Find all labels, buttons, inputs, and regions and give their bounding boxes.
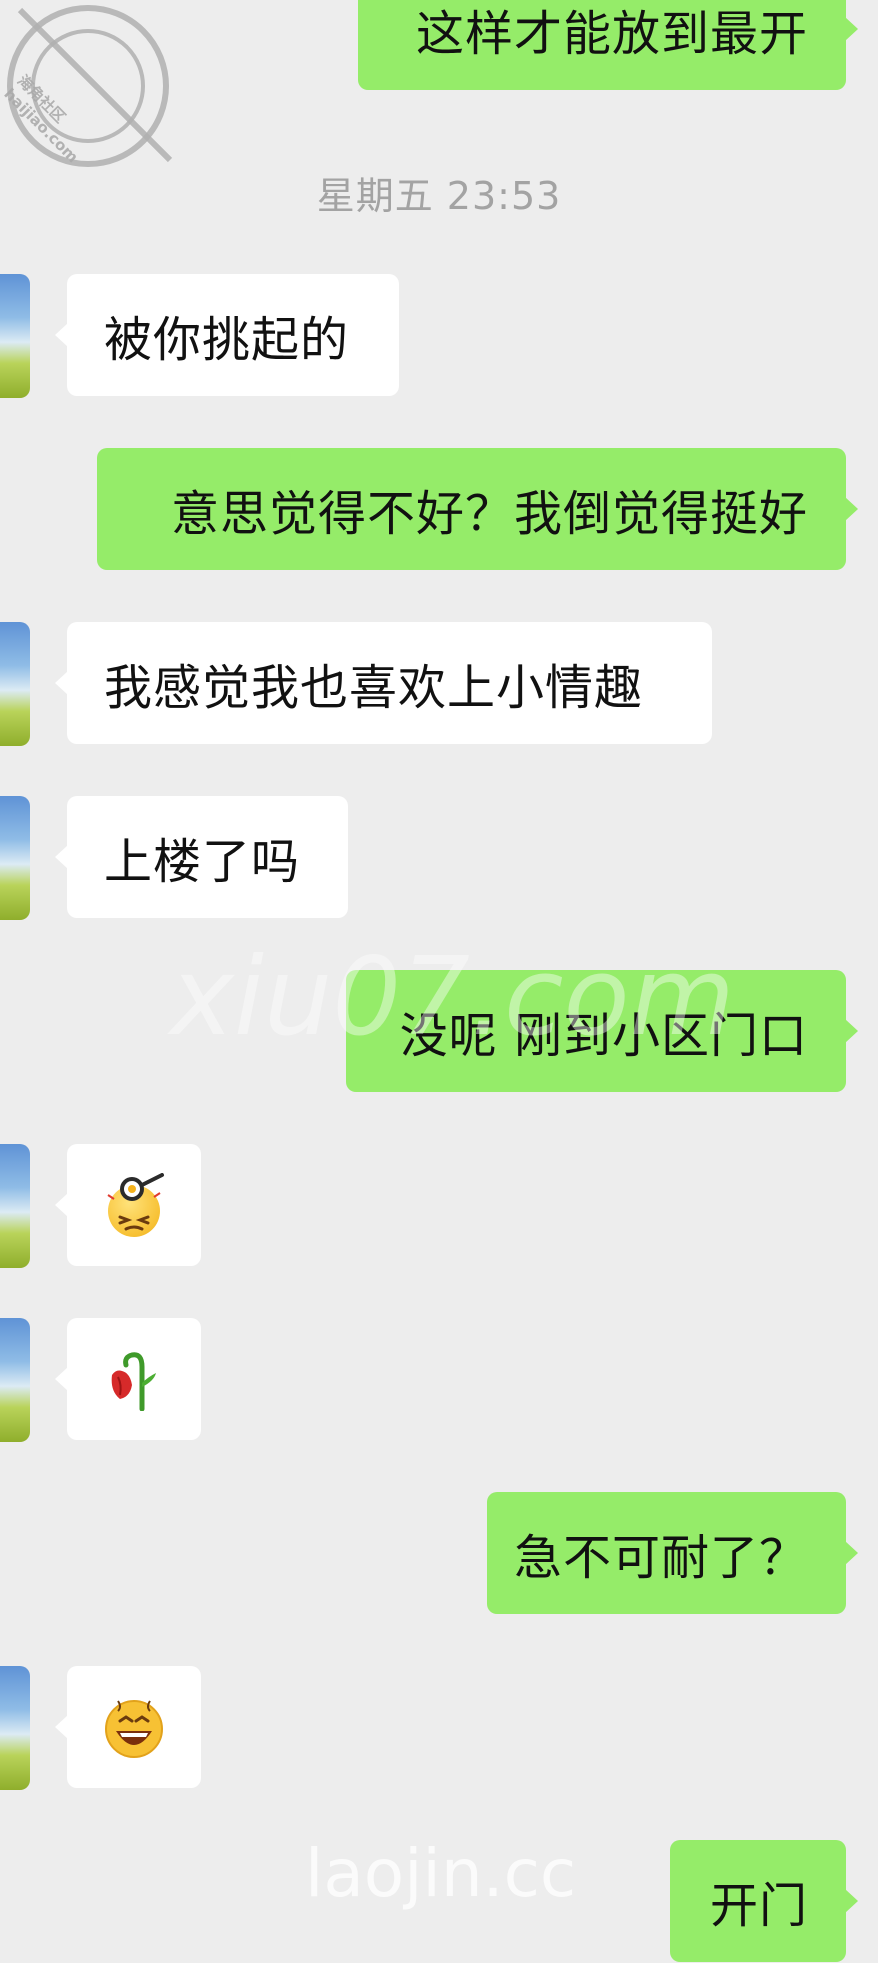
frying-pan-dizzy-face-emoji bbox=[102, 1173, 166, 1237]
contact-avatar[interactable] bbox=[0, 274, 30, 398]
message-bubble-outgoing[interactable]: 意思觉得不好？我倒觉得挺好 bbox=[97, 448, 846, 570]
chat-screen: 海角社区 haijiao.com 这样才能放到最开 星期五 23:53 被你挑起… bbox=[0, 0, 878, 1963]
message-text: 急不可耐了？ bbox=[513, 1530, 808, 1586]
message-text: 上楼了吗 bbox=[104, 834, 301, 890]
center-watermark: xiu07.com bbox=[170, 935, 735, 1060]
message-text: 被你挑起的 bbox=[104, 312, 350, 368]
contact-avatar[interactable] bbox=[0, 1318, 30, 1442]
message-bubble-incoming[interactable] bbox=[67, 1144, 201, 1266]
message-bubble-incoming[interactable] bbox=[67, 1318, 201, 1440]
contact-avatar[interactable] bbox=[0, 1666, 30, 1790]
contact-avatar[interactable] bbox=[0, 622, 30, 746]
message-bubble-incoming[interactable]: 上楼了吗 bbox=[67, 796, 348, 918]
contact-avatar[interactable] bbox=[0, 796, 30, 920]
message-bubble-incoming[interactable]: 我感觉我也喜欢上小情趣 bbox=[67, 622, 712, 744]
message-bubble-incoming[interactable] bbox=[67, 1666, 201, 1788]
grinning-face-emoji bbox=[102, 1695, 166, 1759]
message-bubble-incoming[interactable]: 被你挑起的 bbox=[67, 274, 399, 396]
message-text: 我感觉我也喜欢上小情趣 bbox=[104, 660, 644, 716]
message-bubble-outgoing[interactable]: 急不可耐了？ bbox=[487, 1492, 846, 1614]
message-bubble-outgoing[interactable]: 开门 bbox=[670, 1840, 846, 1962]
bottom-watermark: laojin.cc bbox=[305, 1835, 577, 1912]
message-bubble-outgoing[interactable]: 这样才能放到最开 bbox=[358, 0, 846, 90]
message-text: 开门 bbox=[709, 1878, 808, 1934]
message-text: 意思觉得不好？我倒觉得挺好 bbox=[170, 486, 808, 542]
chat-timestamp: 星期五 23:53 bbox=[316, 174, 562, 218]
stamp-watermark: 海角社区 haijiao.com bbox=[0, 0, 180, 180]
message-text: 这样才能放到最开 bbox=[415, 6, 808, 62]
wilted-rose-emoji bbox=[102, 1347, 166, 1412]
contact-avatar[interactable] bbox=[0, 1144, 30, 1268]
